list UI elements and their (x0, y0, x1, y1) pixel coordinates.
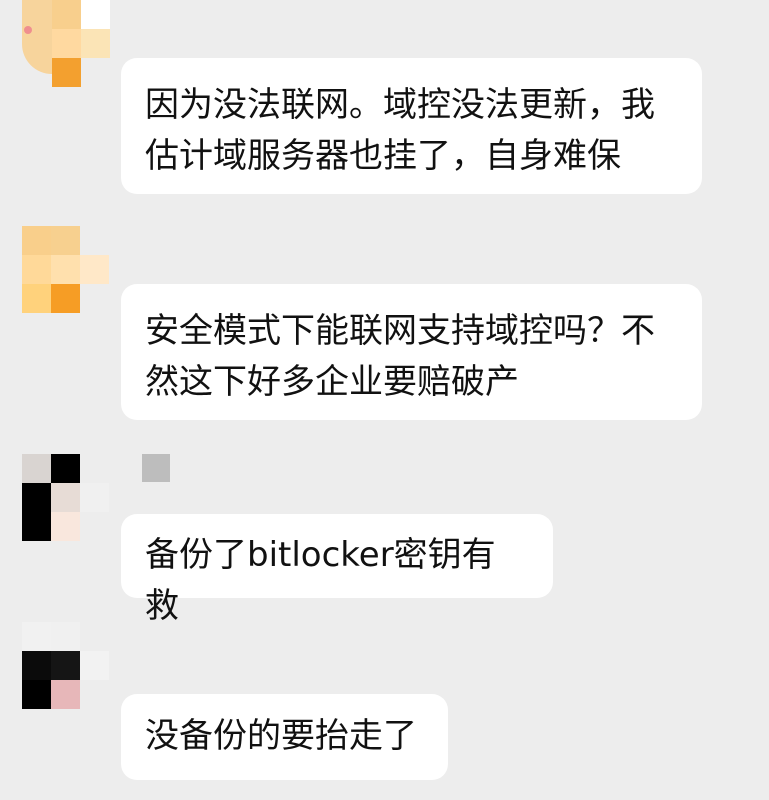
message-bubble: 备份了bitlocker密钥有救 (121, 514, 553, 626)
avatar-icon[interactable] (22, 0, 110, 88)
avatar-icon[interactable] (22, 454, 110, 542)
avatar-icon[interactable] (22, 622, 110, 710)
message-bubble: 因为没法联网。域控没法更新，我估计域服务器也挂了，自身难保 (121, 58, 702, 194)
message-bubble: 安全模式下能联网支持域控吗？不然这下好多企业要赔破产 (121, 284, 702, 420)
avatar-icon[interactable] (22, 226, 110, 314)
message-bubble: 没备份的要抬走了 (121, 694, 448, 780)
sender-name-block (142, 454, 170, 482)
chat-area: 因为没法联网。域控没法更新，我估计域服务器也挂了，自身难保 安全模式下能联网支持… (0, 0, 769, 800)
